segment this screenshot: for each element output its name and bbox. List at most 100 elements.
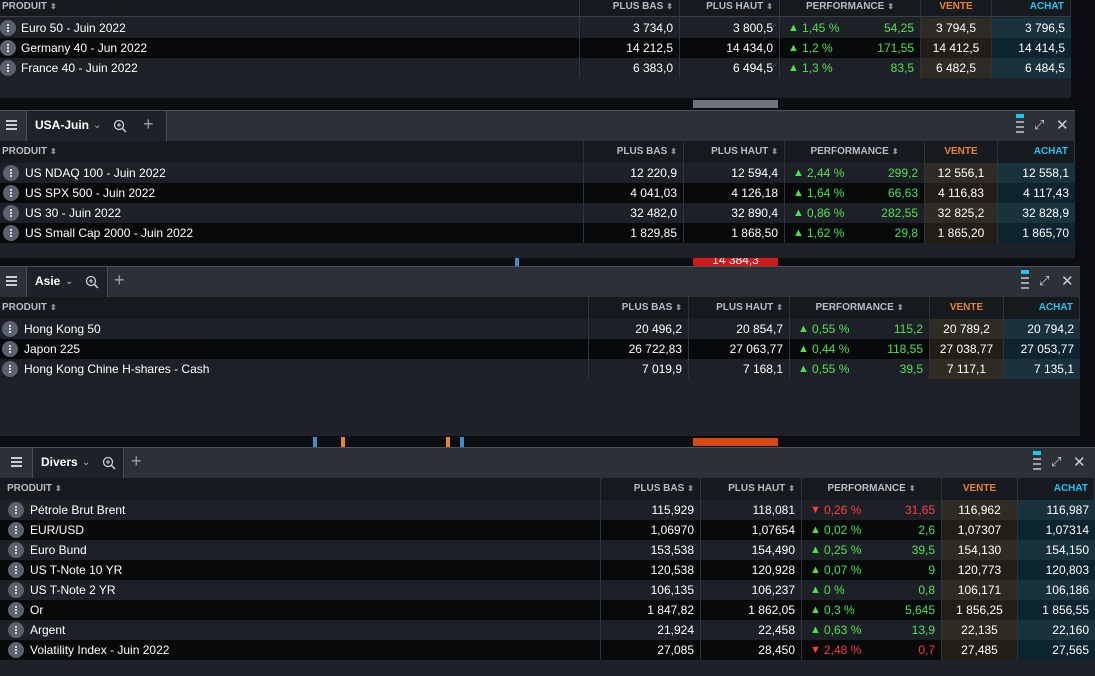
add-tab-icon[interactable]: + xyxy=(143,114,154,135)
col-header-performance[interactable]: PERFORMANCE ⬍ xyxy=(785,141,925,163)
row-options-icon[interactable] xyxy=(8,622,24,638)
table-row[interactable]: US 30 - Juin 2022 32 482,0 32 890,4 ▲ 0,86 %… xyxy=(0,203,1075,223)
table-row[interactable]: Hong Kong 50 20 496,2 20 854,7 ▲ 0,55 % 115,2… xyxy=(0,319,1080,339)
table-row[interactable]: Pétrole Brut Brent 115,929 118,081 ▼ 0,26 % 3… xyxy=(0,500,1095,520)
row-options-icon[interactable] xyxy=(8,602,24,618)
col-header-achat[interactable]: ACHAT xyxy=(992,0,1071,18)
col-header-plus-haut[interactable]: PLUS HAUT ⬍ xyxy=(689,297,790,319)
col-header-achat[interactable]: ACHAT xyxy=(1004,297,1080,319)
sort-icon[interactable]: ⬍ xyxy=(909,484,916,493)
zoom-in-icon[interactable] xyxy=(85,275,99,289)
expand-icon[interactable]: ⤢ xyxy=(1039,273,1049,289)
sort-icon[interactable]: ⬍ xyxy=(55,484,62,493)
sort-icon[interactable]: ⬍ xyxy=(776,303,783,312)
sort-icon[interactable]: ⬍ xyxy=(670,147,677,156)
col-header-plus-haut[interactable]: PLUS HAUT ⬍ xyxy=(701,478,802,500)
table-row[interactable]: Germany 40 - Jun 2022 14 212,5 14 434,0 ▲ 1,… xyxy=(0,38,1071,58)
col-header-produit[interactable]: PRODUIT ⬍ xyxy=(5,478,601,500)
table-row[interactable]: Euro Bund 153,538 154,490 ▲ 0,25 % 39,5 154,13… xyxy=(0,540,1095,560)
sort-icon[interactable]: ⬍ xyxy=(50,147,57,156)
hamburger-menu-icon[interactable] xyxy=(6,276,17,286)
table-row[interactable]: Hong Kong Chine H-shares - Cash 7 019,9 7 … xyxy=(0,359,1080,379)
sort-icon[interactable]: ⬍ xyxy=(892,147,899,156)
col-header-performance[interactable]: PERFORMANCE ⬍ xyxy=(780,0,921,18)
row-options-icon[interactable] xyxy=(8,522,24,538)
chevron-down-icon[interactable]: ⌄ xyxy=(93,120,101,131)
zoom-in-icon[interactable] xyxy=(113,119,127,133)
sort-icon[interactable]: ⬍ xyxy=(788,484,795,493)
row-options-icon[interactable] xyxy=(3,185,19,201)
col-header-performance[interactable]: PERFORMANCE ⬍ xyxy=(790,297,930,319)
expand-icon[interactable]: ⤢ xyxy=(1051,454,1061,470)
table-row[interactable]: US T-Note 2 YR 106,135 106,237 ▲ 0 % 0,8 106,1… xyxy=(0,580,1095,600)
col-header-produit[interactable]: PRODUIT ⬍ xyxy=(0,0,580,18)
col-header-plus-bas[interactable]: PLUS BAS ⬍ xyxy=(584,141,684,163)
sort-icon[interactable]: ⬍ xyxy=(687,484,694,493)
table-row[interactable]: Euro 50 - Juin 2022 3 734,0 3 800,5 ▲ 1,45 %… xyxy=(0,18,1071,38)
row-options-icon[interactable] xyxy=(3,205,19,221)
row-options-icon[interactable] xyxy=(2,341,18,357)
link-color-icon[interactable] xyxy=(1016,114,1024,136)
col-header-vente[interactable]: VENTE xyxy=(921,0,992,18)
chevron-down-icon[interactable]: ⌄ xyxy=(82,457,90,468)
table-row[interactable]: US T-Note 10 YR 120,538 120,928 ▲ 0,07 % 9 120… xyxy=(0,560,1095,580)
col-header-plus-bas[interactable]: PLUS BAS ⬍ xyxy=(580,0,680,18)
expand-icon[interactable]: ⤢ xyxy=(1034,117,1044,133)
zoom-in-icon[interactable] xyxy=(102,456,116,470)
sort-icon[interactable]: ⬍ xyxy=(887,2,894,11)
sort-icon[interactable]: ⬍ xyxy=(897,303,904,312)
row-options-icon[interactable] xyxy=(8,642,24,658)
sort-icon[interactable]: ⬍ xyxy=(766,2,773,11)
link-color-icon[interactable] xyxy=(1021,270,1029,292)
row-options-icon[interactable] xyxy=(2,361,18,377)
row-options-icon[interactable] xyxy=(3,165,19,181)
sort-icon[interactable]: ⬍ xyxy=(50,303,57,312)
table-row[interactable]: Or 1 847,82 1 862,05 ▲ 0,3 % 5,645 1 856,25 1 8… xyxy=(0,600,1095,620)
table-row[interactable]: US SPX 500 - Juin 2022 4 041,03 4 126,18 ▲ 1… xyxy=(0,183,1075,203)
row-options-icon[interactable] xyxy=(0,40,16,56)
sort-icon[interactable]: ⬍ xyxy=(666,2,673,11)
hamburger-menu-icon[interactable] xyxy=(6,120,17,130)
add-tab-icon[interactable]: + xyxy=(131,451,142,472)
link-color-icon[interactable] xyxy=(1033,451,1041,473)
scrollbar-thumb[interactable] xyxy=(693,100,778,108)
col-header-plus-bas[interactable]: PLUS BAS ⬍ xyxy=(601,478,701,500)
sort-icon[interactable]: ⬍ xyxy=(771,147,778,156)
col-header-vente[interactable]: VENTE xyxy=(930,297,1004,319)
col-header-vente[interactable]: VENTE xyxy=(942,478,1018,500)
close-icon[interactable]: ✕ xyxy=(1056,116,1069,134)
col-header-achat[interactable]: ACHAT xyxy=(998,141,1075,163)
table-row[interactable]: Japon 225 26 722,83 27 063,77 ▲ 0,44 % 118,55… xyxy=(0,339,1080,359)
col-header-performance[interactable]: PERFORMANCE ⬍ xyxy=(802,478,942,500)
row-options-icon[interactable] xyxy=(8,562,24,578)
chevron-down-icon[interactable]: ⌄ xyxy=(65,276,73,287)
hamburger-menu-icon[interactable] xyxy=(11,457,22,467)
table-row[interactable]: Argent 21,924 22,458 ▲ 0,63 % 13,9 22,135 22,16… xyxy=(0,620,1095,640)
table-row[interactable]: EUR/USD 1,06970 1,07654 ▲ 0,02 % 2,6 1,07307 1,… xyxy=(0,520,1095,540)
table-row[interactable]: France 40 - Juin 2022 6 383,0 6 494,5 ▲ 1,3 … xyxy=(0,58,1071,78)
close-icon[interactable]: ✕ xyxy=(1073,453,1086,471)
row-options-icon[interactable] xyxy=(2,321,18,337)
col-header-achat[interactable]: ACHAT xyxy=(1018,478,1095,500)
col-header-produit[interactable]: PRODUIT ⬍ xyxy=(0,141,584,163)
table-row[interactable]: US Small Cap 2000 - Juin 2022 1 829,85 1 8… xyxy=(0,223,1075,243)
add-tab-icon[interactable]: + xyxy=(114,270,125,291)
sort-icon[interactable]: ⬍ xyxy=(675,303,682,312)
table-row[interactable]: Volatility Index - Juin 2022 27,085 28,450… xyxy=(0,640,1095,660)
tab-asie[interactable]: Asie ⌄ xyxy=(26,267,108,298)
sort-icon[interactable]: ⬍ xyxy=(50,2,57,11)
row-options-icon[interactable] xyxy=(8,502,24,518)
row-options-icon[interactable] xyxy=(0,60,16,76)
row-options-icon[interactable] xyxy=(3,225,19,241)
col-header-plus-bas[interactable]: PLUS BAS ⬍ xyxy=(589,297,689,319)
col-header-produit[interactable]: PRODUIT ⬍ xyxy=(0,297,589,319)
row-options-icon[interactable] xyxy=(8,542,24,558)
row-options-icon[interactable] xyxy=(8,582,24,598)
table-row[interactable]: US NDAQ 100 - Juin 2022 12 220,9 12 594,4 ▲… xyxy=(0,163,1075,183)
close-icon[interactable]: ✕ xyxy=(1061,272,1074,290)
scrollbar-thumb[interactable] xyxy=(693,438,778,446)
col-header-vente[interactable]: VENTE xyxy=(925,141,998,163)
col-header-plus-haut[interactable]: PLUS HAUT ⬍ xyxy=(680,0,780,18)
tab-divers[interactable]: Divers ⌄ xyxy=(32,448,124,479)
col-header-plus-haut[interactable]: PLUS HAUT ⬍ xyxy=(684,141,785,163)
